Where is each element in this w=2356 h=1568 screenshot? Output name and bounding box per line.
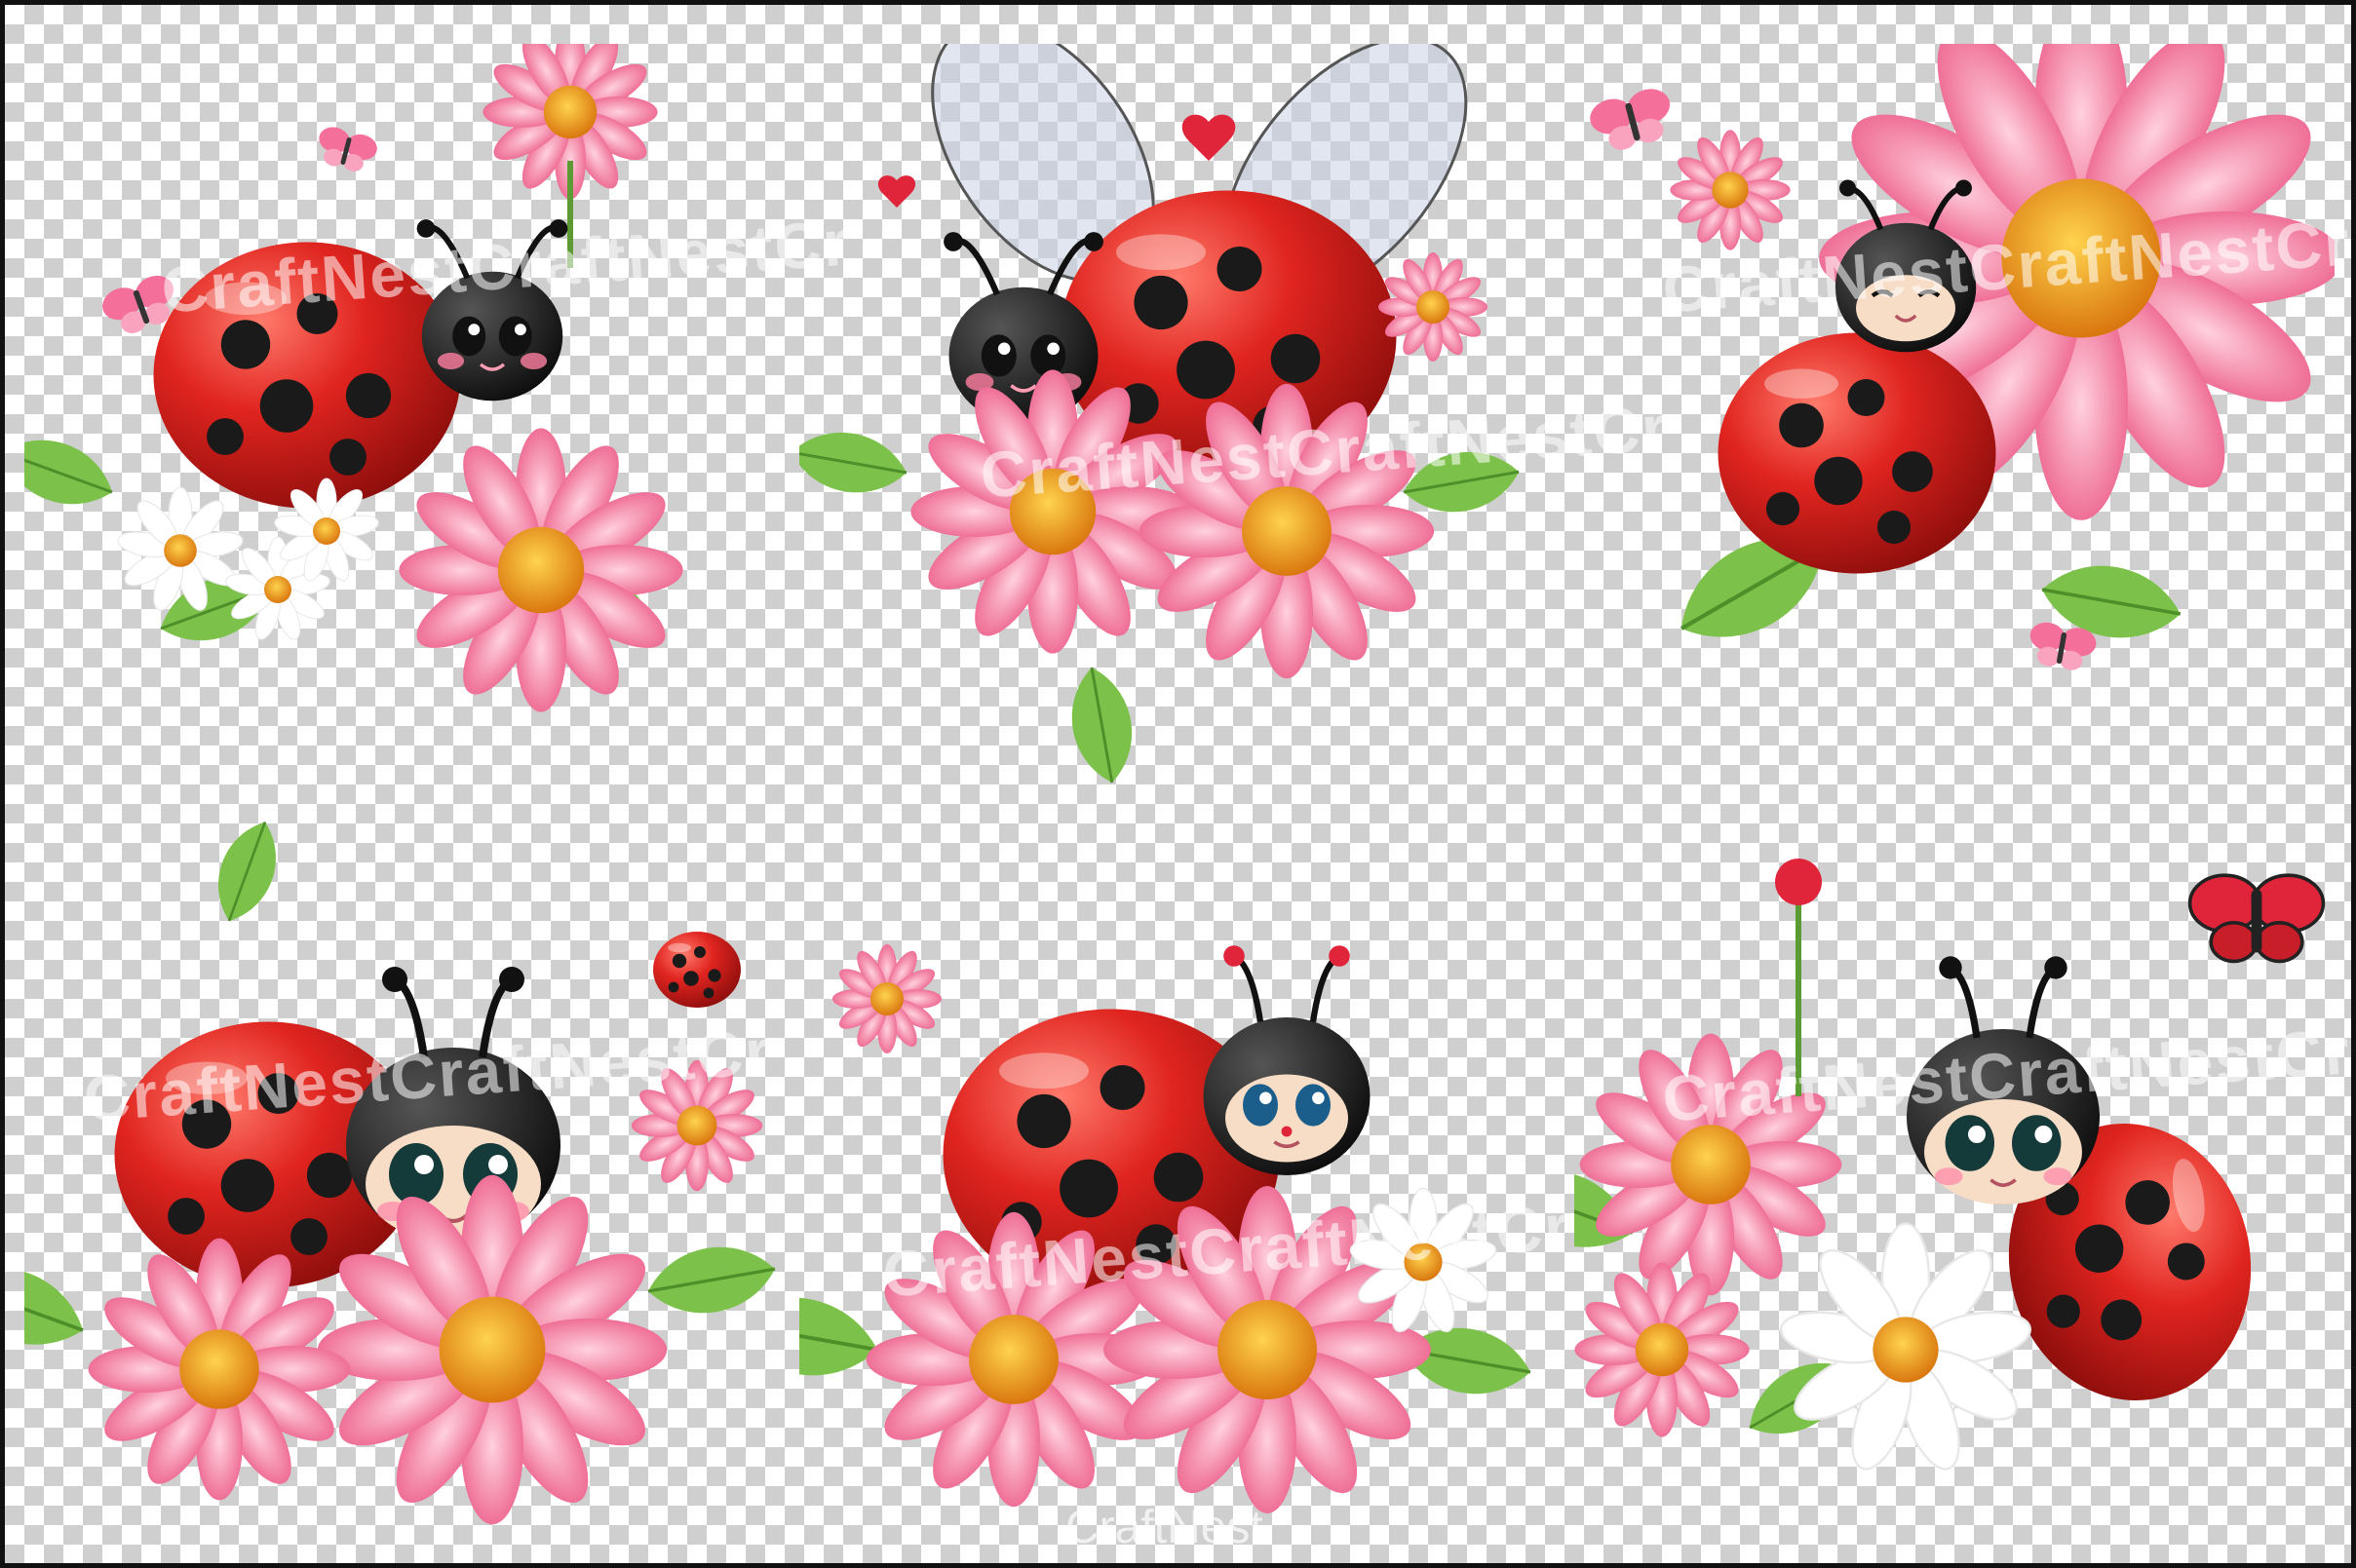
watermark-bottom: CraftNest	[1065, 1502, 1263, 1553]
illustration-ladybug-pink-daisy	[24, 44, 785, 784]
illustration-cute-ladybug-big-eyes	[24, 804, 785, 1545]
checkerboard-canvas: CraftNestCraftNestCr CraftNestCraftNestC…	[0, 0, 2356, 1568]
illustration-ladybug-blue-eyes	[799, 804, 1560, 1545]
illustration-smiling-ladybug-big-daisy	[1574, 44, 2335, 784]
illustration-ladybug-white-daisy-butterfly	[1574, 804, 2335, 1545]
